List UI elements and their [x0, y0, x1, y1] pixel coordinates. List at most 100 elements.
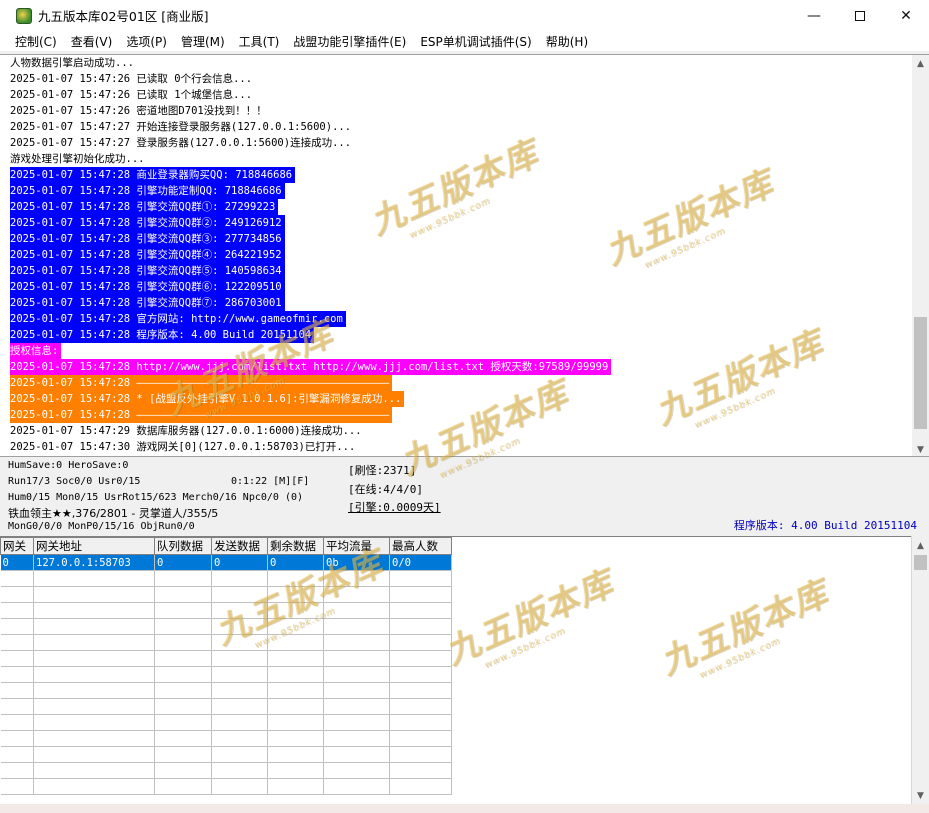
grid-scrollbar[interactable]: ▲ ▼	[911, 536, 929, 804]
cell-remaining-data: 0	[267, 554, 324, 571]
minimize-button[interactable]: —	[791, 0, 837, 31]
table-row-empty	[0, 666, 452, 683]
cell-max-users: 0/0	[389, 554, 452, 571]
menu-bar: 控制(C) 查看(V) 选项(P) 管理(M) 工具(T) 战盟功能引擎插件(E…	[0, 31, 929, 51]
menu-manage[interactable]: 管理(M)	[174, 33, 232, 50]
log-line-text: 2025-01-07 15:47:26 密道地图D701没找到！！！	[10, 105, 267, 117]
log-line-text: 2025-01-07 15:47:26 已读取 1个城堡信息...	[10, 89, 253, 101]
log-line-text: 2025-01-07 15:47:28 ————————————————————…	[10, 375, 393, 391]
menu-engine-plugin[interactable]: 战盟功能引擎插件(E)	[286, 33, 413, 50]
status-timer: 0:1:22 [M][F]	[231, 476, 310, 487]
status-counts: Hum0/15 Mon0/15 UsrRot15/623 Merch0/16 N…	[8, 492, 304, 503]
status-version: 程序版本: 4.00 Build 20151104	[733, 519, 917, 532]
log-line-text: 2025-01-07 15:47:28 程序版本: 4.00 Build 201…	[10, 327, 315, 343]
table-row-empty	[0, 586, 452, 603]
cell-gateway-address: 127.0.0.1:58703	[33, 554, 155, 571]
log-line-text: 2025-01-07 15:47:27 开始连接登录服务器(127.0.0.1:…	[10, 121, 352, 133]
log-line-text: 2025-01-07 15:47:28 引擎交流QQ群⑦: 286703001	[10, 295, 285, 311]
col-gateway-address[interactable]: 网关地址	[33, 537, 155, 555]
title-bar: 九五版本库02号01区 [商业版] — ✕	[0, 0, 929, 31]
log-line: 2025-01-07 15:47:26 已读取 0个行会信息...	[0, 71, 929, 87]
status-top-player: 铁血领主★★,376/2801 - 灵掌道人/355/5	[8, 507, 219, 520]
status-monsters: MonG0/0/0 MonP0/15/16 ObjRun0/0	[8, 521, 195, 532]
status-engine-days[interactable]: [引擎:0.0009天]	[348, 499, 441, 515]
log-line: 2025-01-07 15:47:26 已读取 1个城堡信息...	[0, 87, 929, 103]
log-line-text: 2025-01-07 15:47:29 数据库服务器(127.0.0.1:600…	[10, 425, 362, 437]
cell-send-data: 0	[211, 554, 268, 571]
close-button[interactable]: ✕	[883, 0, 929, 31]
grid-scroll-down-icon[interactable]: ▼	[912, 787, 929, 804]
scroll-down-icon[interactable]: ▼	[912, 441, 929, 456]
log-line: 2025-01-07 15:47:28 * [战盟反外挂引擎V 1.0.1.6]…	[0, 391, 929, 407]
app-icon	[16, 7, 32, 24]
log-line-text: 2025-01-07 15:47:28 引擎交流QQ群③: 277734856	[10, 231, 285, 247]
log-line: 2025-01-07 15:47:29 数据库服务器(127.0.0.1:600…	[0, 423, 929, 439]
gateway-table: 网关 网关地址 队列数据 发送数据 剩余数据 平均流量 最高人数 0 127.0…	[0, 537, 452, 795]
log-line: 2025-01-07 15:47:28 程序版本: 4.00 Build 201…	[0, 327, 929, 343]
cell-gateway: 0	[0, 554, 34, 571]
col-remaining-data[interactable]: 剩余数据	[267, 537, 324, 555]
log-line-text: 2025-01-07 15:47:28 商业登录器购买QQ: 718846686	[10, 167, 296, 183]
desktop-edge	[0, 804, 929, 813]
maximize-button[interactable]	[837, 0, 883, 31]
log-line: 2025-01-07 15:47:28 商业登录器购买QQ: 718846686	[0, 167, 929, 183]
col-avg-traffic[interactable]: 平均流量	[323, 537, 390, 555]
table-row-empty	[0, 618, 452, 635]
log-line-text: 2025-01-07 15:47:28 ————————————————————…	[10, 407, 393, 423]
log-line: 2025-01-07 15:47:28 引擎功能定制QQ: 718846686	[0, 183, 929, 199]
log-line-text: 2025-01-07 15:47:28 http://www.jjj.com/l…	[10, 359, 612, 375]
log-line: 授权信息:	[0, 343, 929, 359]
log-line-text: 游戏处理引擎初始化成功...	[10, 153, 145, 165]
status-panel: HumSave:0 HeroSave:0 Run17/3 Soc0/0 Usr0…	[0, 458, 929, 534]
menu-esp-debug-plugin[interactable]: ESP单机调试插件(S)	[413, 33, 538, 50]
gateway-grid[interactable]: 网关 网关地址 队列数据 发送数据 剩余数据 平均流量 最高人数 0 127.0…	[0, 536, 921, 804]
log-scrollbar[interactable]: ▲ ▼	[912, 55, 929, 456]
col-queue-data[interactable]: 队列数据	[154, 537, 212, 555]
log-line: 2025-01-07 15:47:28 引擎交流QQ群①: 27299223	[0, 199, 929, 215]
log-line-text: 2025-01-07 15:47:28 * [战盟反外挂引擎V 1.0.1.6]…	[10, 391, 405, 407]
log-line-text: 2025-01-07 15:47:26 已读取 0个行会信息...	[10, 73, 253, 85]
status-run: Run17/3 Soc0/0 Usr0/15	[8, 476, 141, 487]
log-line-text: 2025-01-07 15:47:28 引擎交流QQ群①: 27299223	[10, 199, 279, 215]
table-row-empty	[0, 698, 452, 715]
menu-tools[interactable]: 工具(T)	[232, 33, 287, 50]
table-row-empty	[0, 746, 452, 763]
menu-options[interactable]: 选项(P)	[119, 33, 174, 50]
scroll-up-icon[interactable]: ▲	[912, 55, 929, 72]
table-row-empty	[0, 730, 452, 747]
grid-scroll-up-icon[interactable]: ▲	[912, 537, 929, 554]
log-line: 人物数据引擎启动成功...	[0, 55, 929, 71]
table-row-empty	[0, 682, 452, 699]
col-gateway[interactable]: 网关	[0, 537, 34, 555]
log-line-text: 2025-01-07 15:47:28 官方网站: http://www.gam…	[10, 311, 346, 327]
cell-avg-traffic: 0b	[323, 554, 390, 571]
grid-scroll-thumb[interactable]	[914, 555, 927, 570]
log-scroll-thumb[interactable]	[914, 317, 927, 429]
log-lines: 人物数据引擎启动成功... 2025-01-07 15:47:26 已读取 0个行…	[0, 55, 929, 455]
log-line: 2025-01-07 15:47:28 引擎交流QQ群④: 264221952	[0, 247, 929, 263]
window-controls: — ✕	[791, 0, 929, 31]
menu-help[interactable]: 帮助(H)	[539, 33, 595, 50]
log-line: 2025-01-07 15:47:28 http://www.jjj.com/l…	[0, 359, 929, 375]
log-line-text: 2025-01-07 15:47:28 引擎功能定制QQ: 718846686	[10, 183, 285, 199]
cell-queue-data: 0	[154, 554, 212, 571]
table-row[interactable]: 0 127.0.0.1:58703 0 0 0 0b 0/0	[0, 554, 452, 571]
log-line: 2025-01-07 15:47:30 游戏网关[0](127.0.0.1:58…	[0, 439, 929, 455]
log-panel[interactable]: 人物数据引擎启动成功... 2025-01-07 15:47:26 已读取 0个行…	[0, 54, 929, 457]
table-row-empty	[0, 570, 452, 587]
log-line-text: 人物数据引擎启动成功...	[10, 57, 134, 69]
col-send-data[interactable]: 发送数据	[211, 537, 268, 555]
table-header-row: 网关 网关地址 队列数据 发送数据 剩余数据 平均流量 最高人数	[0, 537, 452, 555]
menu-control[interactable]: 控制(C)	[8, 33, 64, 50]
maximize-icon	[855, 10, 865, 21]
log-line-text: 2025-01-07 15:47:27 登录服务器(127.0.0.1:5600…	[10, 137, 352, 149]
log-line: 2025-01-07 15:47:28 引擎交流QQ群②: 249126912	[0, 215, 929, 231]
log-line: 游戏处理引擎初始化成功...	[0, 151, 929, 167]
col-max-users[interactable]: 最高人数	[389, 537, 452, 555]
menu-view[interactable]: 查看(V)	[64, 33, 120, 50]
log-line: 2025-01-07 15:47:28 引擎交流QQ群⑤: 140598634	[0, 263, 929, 279]
log-line: 2025-01-07 15:47:28 引擎交流QQ群⑥: 122209510	[0, 279, 929, 295]
log-line: 2025-01-07 15:47:28 官方网站: http://www.gam…	[0, 311, 929, 327]
status-online: [在线:4/4/0]	[348, 483, 423, 496]
table-row-empty	[0, 778, 452, 795]
